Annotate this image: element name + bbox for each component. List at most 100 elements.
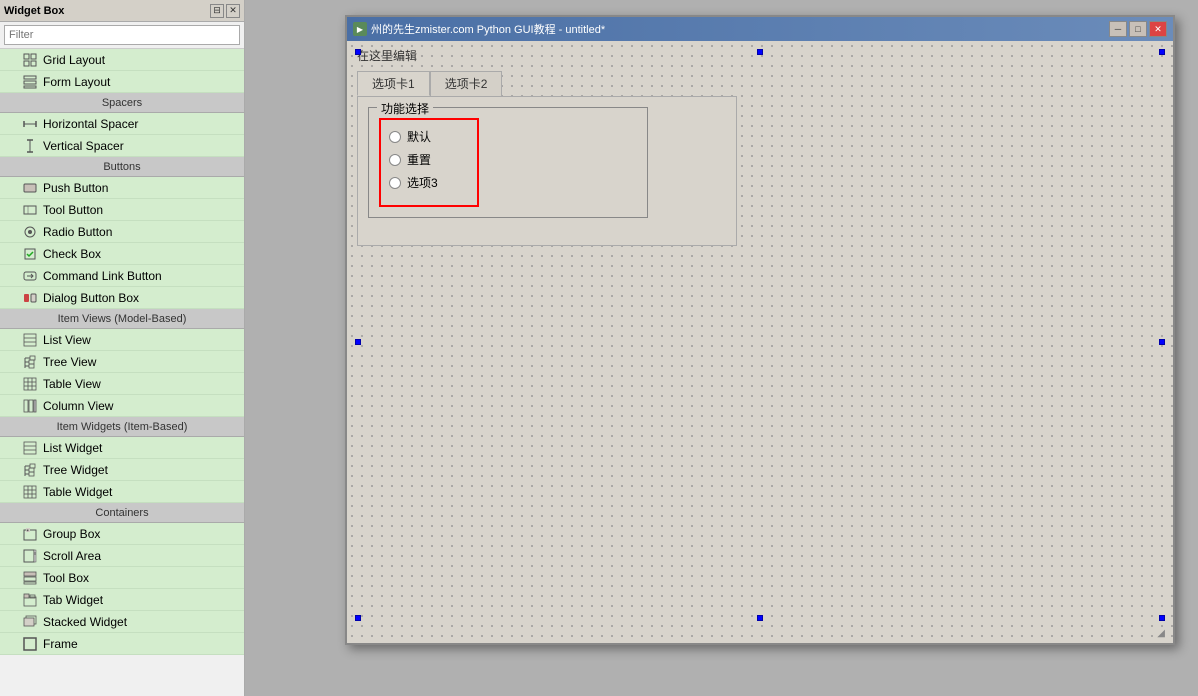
main-window: ▶ 州的先生zmister.com Python GUI教程 - untitle… — [345, 15, 1175, 645]
handle-tr[interactable] — [1159, 49, 1165, 55]
sidebar-item-list-widget[interactable]: List Widget — [0, 437, 244, 459]
sidebar-item-column-view-label: Column View — [43, 399, 113, 413]
sidebar-item-scroll-area-label: Scroll Area — [43, 549, 101, 563]
resize-indicator: ◢ — [1157, 628, 1165, 639]
sidebar-item-tool-button[interactable]: Tool Button — [0, 199, 244, 221]
toolbox-icon — [22, 570, 38, 586]
handle-tl[interactable] — [355, 49, 361, 55]
handle-bc[interactable] — [757, 615, 763, 621]
pushbtn-icon — [22, 180, 38, 196]
sidebar-item-tree-widget[interactable]: Tree Widget — [0, 459, 244, 481]
toolbtn-icon — [22, 202, 38, 218]
main-window-titlebar: ▶ 州的先生zmister.com Python GUI教程 - untitle… — [347, 17, 1173, 41]
canvas-area[interactable]: 在这里编辑 选项卡1 选项卡2 功能选 — [347, 41, 1173, 643]
radio-item-1: 重置 — [389, 151, 469, 168]
listview-icon — [22, 332, 38, 348]
group-box: 功能选择 默认 重置 — [368, 107, 648, 218]
cmdlink-icon — [22, 268, 38, 284]
section-header-item-views: Item Views (Model-Based) — [0, 309, 244, 329]
grid-icon — [22, 52, 38, 68]
handle-tc[interactable] — [757, 49, 763, 55]
tab-btn-1[interactable]: 选项卡1 — [357, 71, 430, 96]
handle-br[interactable] — [1159, 615, 1165, 621]
svg-text:■: ■ — [27, 528, 29, 532]
widget-box-float-btn[interactable]: ⊟ — [210, 4, 224, 18]
sidebar-item-command-link-button[interactable]: Command Link Button — [0, 265, 244, 287]
sidebar-item-table-widget-label: Table Widget — [43, 485, 112, 499]
sidebar-item-grid-layout[interactable]: Grid Layout — [0, 49, 244, 71]
sidebar-item-tool-button-label: Tool Button — [43, 203, 103, 217]
sidebar-item-column-view[interactable]: Column View — [0, 395, 244, 417]
tabwidget-icon — [22, 592, 38, 608]
radio-2-label: 选项3 — [407, 174, 438, 191]
window-maximize-btn[interactable]: □ — [1129, 21, 1147, 37]
treewidget-icon — [22, 462, 38, 478]
hspacer-icon — [22, 116, 38, 132]
filter-bar — [0, 22, 244, 49]
sidebar-item-group-box[interactable]: ■ Group Box — [0, 523, 244, 545]
tab-widget: 选项卡1 选项卡2 功能选择 — [357, 71, 737, 246]
radio-2-circle[interactable] — [389, 177, 401, 189]
window-close-btn[interactable]: ✕ — [1149, 21, 1167, 37]
window-controls: ─ □ ✕ — [1109, 21, 1167, 37]
sidebar-list: Grid Layout Form Layout Spacers Horizont… — [0, 49, 244, 696]
sidebar-item-tree-view-label: Tree View — [43, 355, 96, 369]
sidebar-item-frame[interactable]: Frame — [0, 633, 244, 655]
handle-bl[interactable] — [355, 615, 361, 621]
radio-item-0: 默认 — [389, 128, 469, 145]
sidebar-item-check-box[interactable]: Check Box — [0, 243, 244, 265]
tab-btn-2[interactable]: 选项卡2 — [430, 71, 503, 96]
tab-bar: 选项卡1 选项卡2 — [357, 71, 737, 96]
sidebar-item-scroll-area[interactable]: Scroll Area — [0, 545, 244, 567]
filter-input[interactable] — [4, 25, 240, 45]
sidebar-item-dialog-button-box-label: Dialog Button Box — [43, 291, 139, 305]
vspacer-icon — [22, 138, 38, 154]
sidebar-item-horizontal-spacer[interactable]: Horizontal Spacer — [0, 113, 244, 135]
sidebar-item-list-widget-label: List Widget — [43, 441, 102, 455]
form-icon — [22, 74, 38, 90]
section-header-item-widgets: Item Widgets (Item-Based) — [0, 417, 244, 437]
sidebar-item-push-button[interactable]: Push Button — [0, 177, 244, 199]
sidebar-item-tree-view[interactable]: Tree View — [0, 351, 244, 373]
handle-ml[interactable] — [355, 339, 361, 345]
address-bar-text: 在这里编辑 — [357, 49, 417, 63]
sidebar-item-vertical-spacer-label: Vertical Spacer — [43, 139, 124, 153]
tab-content: 功能选择 默认 重置 — [357, 96, 737, 246]
sidebar-item-list-view[interactable]: List View — [0, 329, 244, 351]
sidebar-item-form-layout-label: Form Layout — [43, 75, 110, 89]
sidebar-item-table-widget[interactable]: Table Widget — [0, 481, 244, 503]
radio-1-circle[interactable] — [389, 154, 401, 166]
sidebar-item-form-layout[interactable]: Form Layout — [0, 71, 244, 93]
widget-box-close-btn[interactable]: ✕ — [226, 4, 240, 18]
sidebar-item-dialog-button-box[interactable]: Dialog Button Box — [0, 287, 244, 309]
handle-mr[interactable] — [1159, 339, 1165, 345]
radio-0-circle[interactable] — [389, 131, 401, 143]
sidebar-item-tab-widget[interactable]: Tab Widget — [0, 589, 244, 611]
scrollarea-icon — [22, 548, 38, 564]
main-window-content: 在这里编辑 选项卡1 选项卡2 功能选 — [347, 41, 1173, 643]
widget-box-title: Widget Box — [4, 5, 64, 17]
sidebar-item-tool-box-label: Tool Box — [43, 571, 89, 585]
sidebar-item-push-button-label: Push Button — [43, 181, 108, 195]
treeview-icon — [22, 354, 38, 370]
main-window-title: 州的先生zmister.com Python GUI教程 - untitled* — [371, 21, 605, 37]
tab-1-label: 选项卡1 — [372, 77, 415, 91]
sidebar-item-vertical-spacer[interactable]: Vertical Spacer — [0, 135, 244, 157]
dialogbtn-icon — [22, 290, 38, 306]
radio-item-2: 选项3 — [389, 174, 469, 191]
widget-box: Widget Box ⊟ ✕ Grid Layout Form Layout S… — [0, 0, 245, 696]
section-header-buttons: Buttons — [0, 157, 244, 177]
tab-2-label: 选项卡2 — [445, 77, 488, 91]
widget-box-titlebar: Widget Box ⊟ ✕ — [0, 0, 244, 22]
window-minimize-btn[interactable]: ─ — [1109, 21, 1127, 37]
sidebar-item-grid-layout-label: Grid Layout — [43, 53, 105, 67]
sidebar-item-table-view-label: Table View — [43, 377, 101, 391]
sidebar-item-stacked-widget[interactable]: Stacked Widget — [0, 611, 244, 633]
sidebar-item-check-box-label: Check Box — [43, 247, 101, 261]
sidebar-item-table-view[interactable]: Table View — [0, 373, 244, 395]
sidebar-item-tool-box[interactable]: Tool Box — [0, 567, 244, 589]
sidebar-item-stacked-widget-label: Stacked Widget — [43, 615, 127, 629]
columnview-icon — [22, 398, 38, 414]
listwidget-icon — [22, 440, 38, 456]
sidebar-item-radio-button[interactable]: Radio Button — [0, 221, 244, 243]
